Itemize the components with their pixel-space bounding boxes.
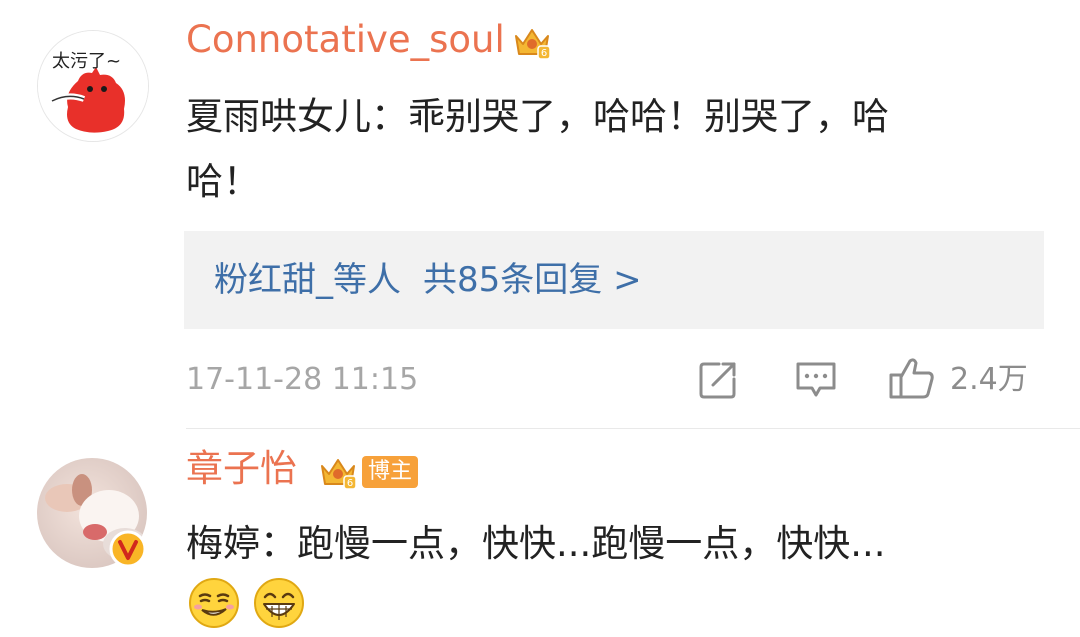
- verified-v-icon: [109, 530, 147, 568]
- comment-timestamp: 17-11-28 11:15: [186, 362, 419, 397]
- avatar[interactable]: 太污了~: [37, 30, 149, 142]
- replies-preview[interactable]: 粉红甜_等人 共85条回复 >: [184, 231, 1044, 329]
- like-count: 2.4万: [950, 362, 1028, 397]
- comment-divider: [186, 428, 1080, 429]
- share-icon[interactable]: [697, 359, 739, 401]
- replies-count[interactable]: 共85条回复 >: [423, 255, 642, 305]
- thumbs-up-icon[interactable]: [888, 355, 936, 401]
- username[interactable]: 章子怡: [186, 447, 297, 491]
- vip-crown-icon: 6: [515, 29, 551, 60]
- grin-emoji-icon: [254, 578, 304, 628]
- blogger-badge: 博主: [362, 456, 419, 488]
- vip-crown-icon: 6: [321, 459, 357, 490]
- avatar-red-cat-image: 太污了~: [38, 31, 148, 141]
- svg-text:太污了~: 太污了~: [52, 51, 121, 72]
- comment-text: 夏雨哄女儿：乖别哭了，哈哈！别哭了，哈: [186, 95, 889, 138]
- comment-text: 梅婷：跑慢一点，快快...跑慢一点，快快...: [186, 522, 886, 565]
- svg-text:6: 6: [347, 478, 353, 489]
- smirk-emoji-icon: [189, 578, 239, 628]
- username[interactable]: Connotative_soul: [186, 18, 505, 62]
- replies-link[interactable]: 粉红甜_等人 共85条回复 >: [214, 255, 642, 305]
- comment-icon[interactable]: [794, 360, 838, 400]
- replies-names[interactable]: 粉红甜_等人: [214, 255, 401, 305]
- comment-list: 太污了~ Connotative_soul 6 夏雨哄女儿：乖别哭了，哈哈！别哭…: [0, 0, 1080, 637]
- comment-text-continued: 哈！: [186, 160, 260, 203]
- svg-text:6: 6: [541, 48, 547, 59]
